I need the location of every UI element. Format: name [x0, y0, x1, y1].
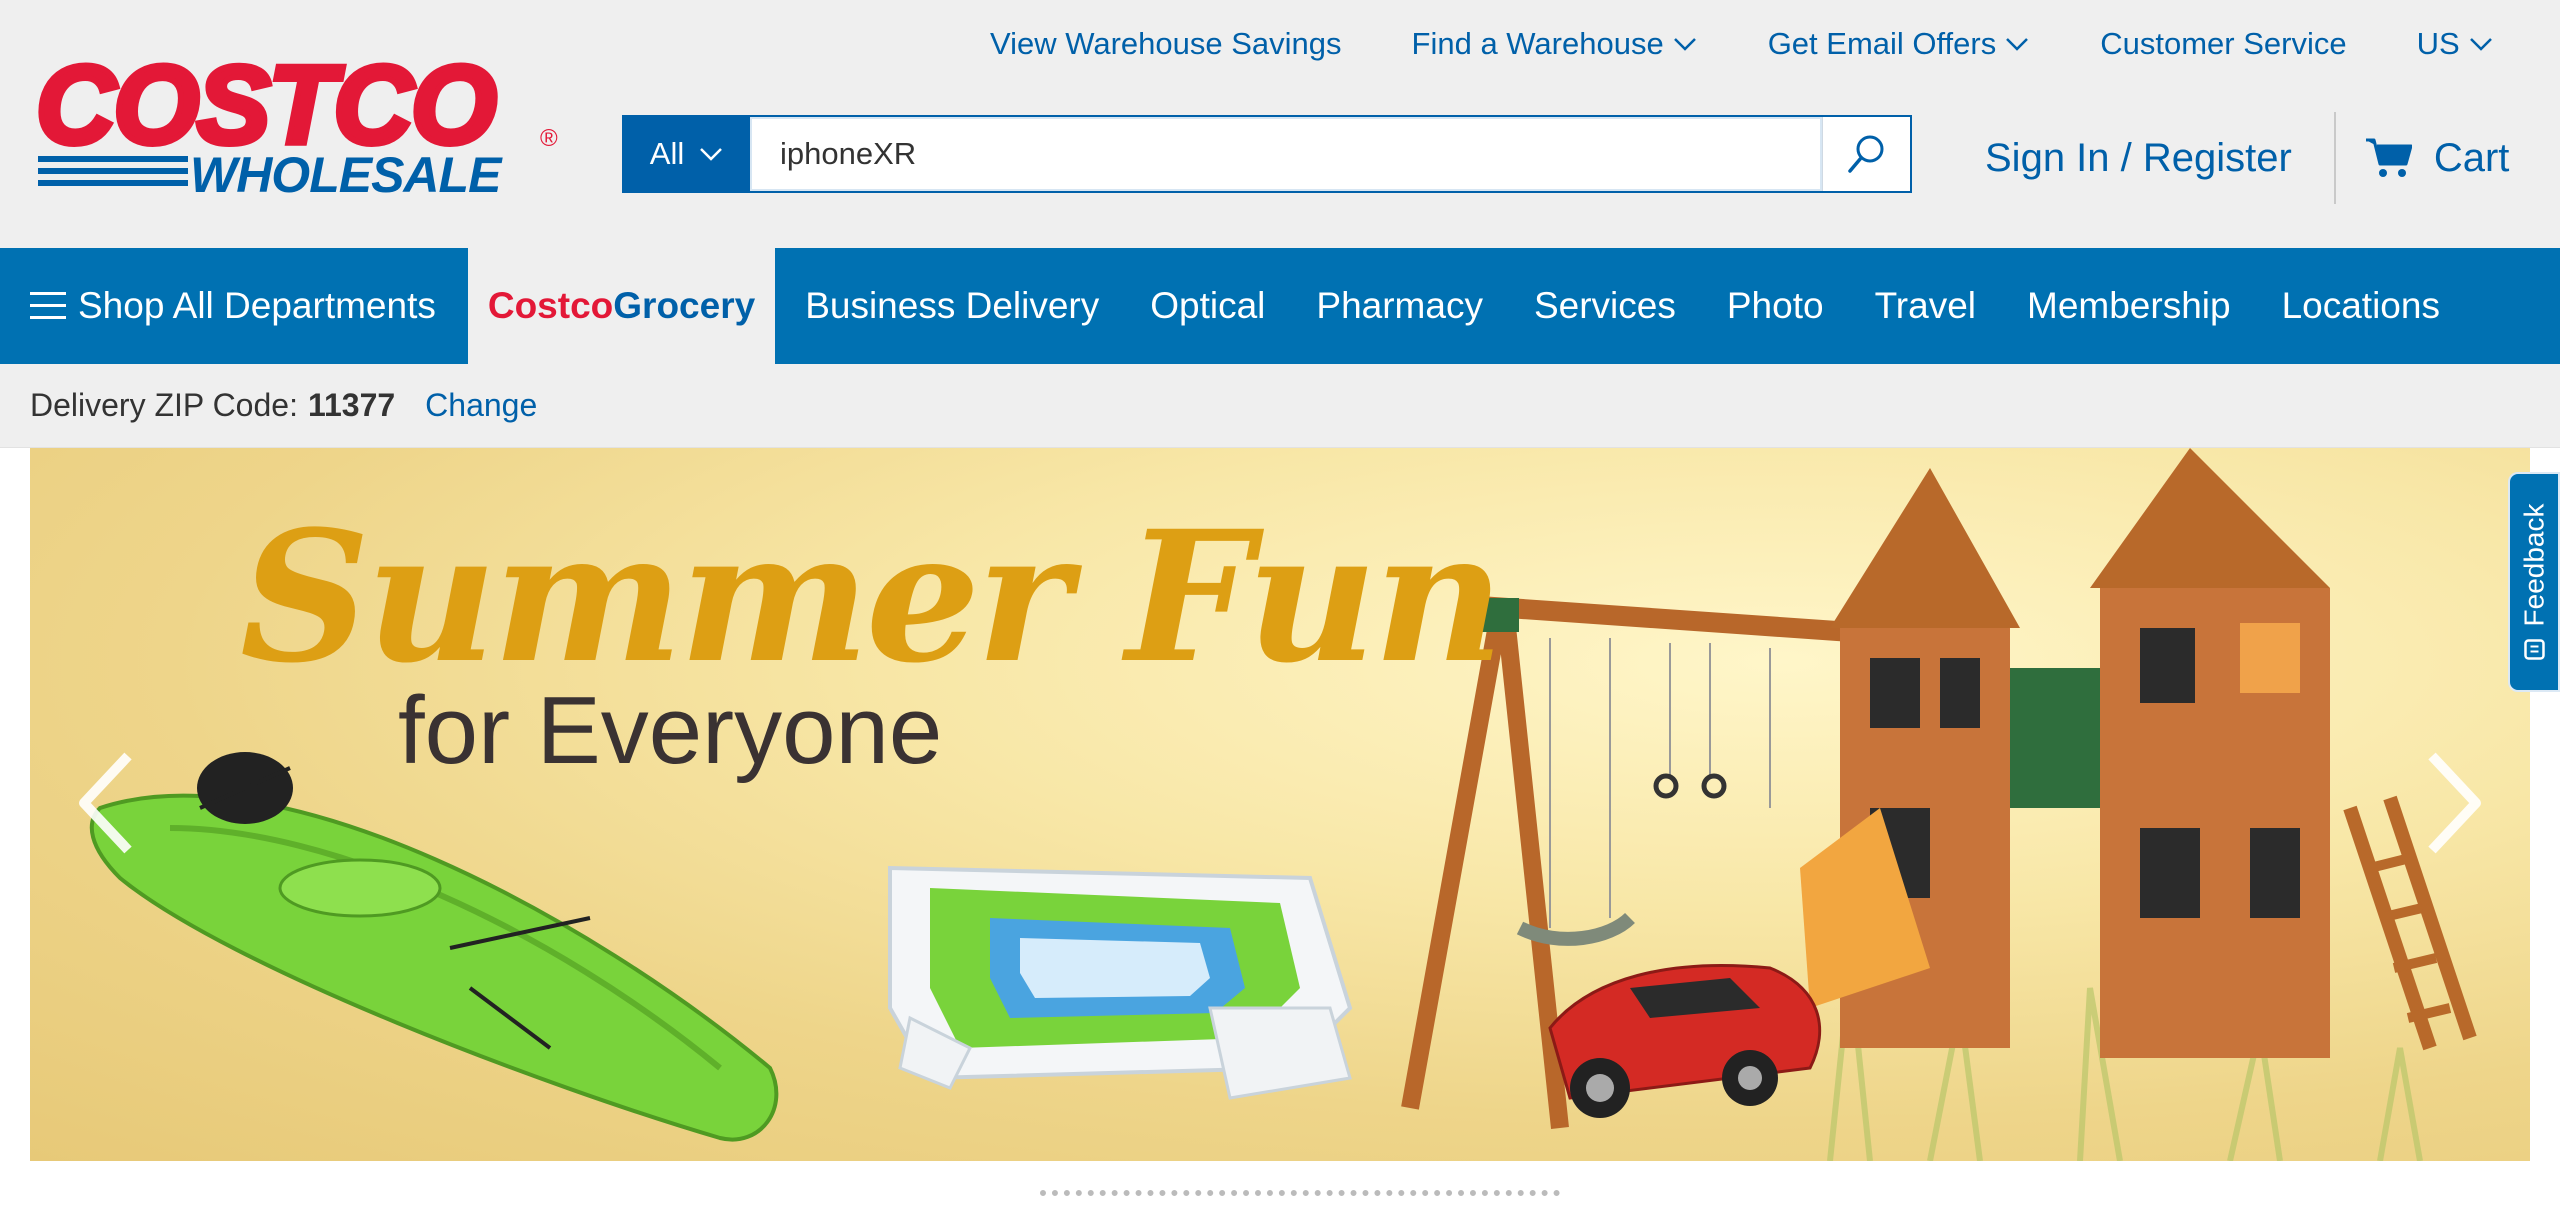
change-zip-link[interactable]: Change	[425, 387, 537, 424]
nav-locations[interactable]: Locations	[2282, 248, 2440, 364]
chevron-down-icon	[2006, 38, 2029, 51]
utility-nav: View Warehouse Savings Find a Warehouse …	[990, 22, 2530, 66]
nav-costco-grocery[interactable]: Costco Grocery	[467, 248, 776, 364]
country-selector[interactable]: US	[2417, 26, 2494, 62]
chevron-down-icon	[700, 148, 723, 161]
carousel-prev-button[interactable]	[70, 748, 140, 858]
nav-photo[interactable]: Photo	[1727, 248, 1824, 364]
ride-on-car-image	[1548, 964, 1822, 1118]
chevron-down-icon	[1673, 38, 1696, 51]
search-button[interactable]	[1822, 117, 1910, 191]
feedback-tab[interactable]: Feedback	[2508, 472, 2560, 692]
view-warehouse-savings-label: View Warehouse Savings	[990, 26, 1342, 61]
sign-in-register-link[interactable]: Sign In / Register	[1985, 136, 2292, 181]
playhouse-image	[1800, 448, 2477, 1058]
cart-icon	[2365, 138, 2412, 177]
kayak-image	[89, 752, 779, 1142]
grocery-label-costco: Costco	[487, 285, 614, 326]
chevron-left-icon	[79, 752, 132, 854]
grocery-label-grocery: Grocery	[613, 285, 756, 326]
delivery-zip-bar: Delivery ZIP Code: 11377 Change	[0, 364, 2560, 448]
account-area: Sign In / Register Cart	[1985, 112, 2545, 204]
inflatable-raft-image	[888, 865, 1353, 1100]
get-email-offers-link[interactable]: Get Email Offers	[1768, 26, 2031, 62]
hero-title: Summer Fun	[240, 492, 1504, 703]
search-category-dropdown[interactable]: All	[624, 117, 750, 191]
cart-label: Cart	[2433, 135, 2510, 180]
shop-all-departments-button[interactable]: Shop All Departments	[0, 248, 468, 364]
find-a-warehouse-label: Find a Warehouse	[1411, 26, 1664, 61]
feedback-label: Feedback	[2518, 503, 2549, 627]
carousel-next-button[interactable]	[2420, 748, 2490, 858]
shop-all-departments-label: Shop All Departments	[78, 285, 436, 326]
feedback-tab-content: Feedback	[2518, 504, 2550, 661]
cart-button[interactable]: Cart	[2365, 135, 2510, 181]
nav-pharmacy[interactable]: Pharmacy	[1316, 248, 1483, 364]
hero-banner[interactable]: Summer Fun for Everyone	[30, 448, 2530, 1161]
zip-label: Delivery ZIP Code:	[30, 387, 298, 423]
search-input[interactable]	[750, 117, 1822, 191]
customer-service-label: Customer Service	[2100, 26, 2347, 61]
customer-service-link[interactable]: Customer Service	[2100, 26, 2346, 62]
nav-services[interactable]: Services	[1534, 248, 1676, 364]
nav-optical[interactable]: Optical	[1150, 248, 1265, 364]
nav-business-delivery[interactable]: Business Delivery	[805, 248, 1099, 364]
search-icon	[1847, 135, 1883, 173]
nav-membership[interactable]: Membership	[2027, 248, 2231, 364]
find-a-warehouse-link[interactable]: Find a Warehouse	[1412, 26, 1698, 62]
get-email-offers-label: Get Email Offers	[1767, 26, 1997, 61]
chevron-down-icon	[2469, 38, 2492, 51]
main-nav: Shop All Departments Costco Grocery Busin…	[0, 248, 2560, 364]
view-warehouse-savings-link[interactable]: View Warehouse Savings	[990, 26, 1342, 62]
costco-home-page: COSTCO ® WHOLESALE View Warehouse Saving…	[0, 0, 2560, 1210]
country-label: US	[2416, 26, 2460, 61]
svg-text:®: ®	[540, 125, 558, 152]
hamburger-menu-icon	[30, 292, 66, 319]
site-header: COSTCO ® WHOLESALE View Warehouse Saving…	[0, 0, 2560, 248]
costco-logo[interactable]: COSTCO ® WHOLESALE	[30, 48, 570, 198]
svg-text:WHOLESALE: WHOLESALE	[190, 147, 503, 198]
feedback-icon	[2523, 639, 2545, 660]
hero-subtitle: for Everyone	[398, 677, 943, 784]
nav-travel[interactable]: Travel	[1875, 248, 1976, 364]
zip-code-value: 11377	[307, 387, 396, 423]
chevron-right-icon	[2428, 752, 2481, 854]
search-category-label: All	[649, 136, 685, 171]
below-fold-content	[1040, 1190, 1560, 1210]
account-divider	[2333, 112, 2336, 204]
search-bar: All	[622, 115, 1912, 193]
